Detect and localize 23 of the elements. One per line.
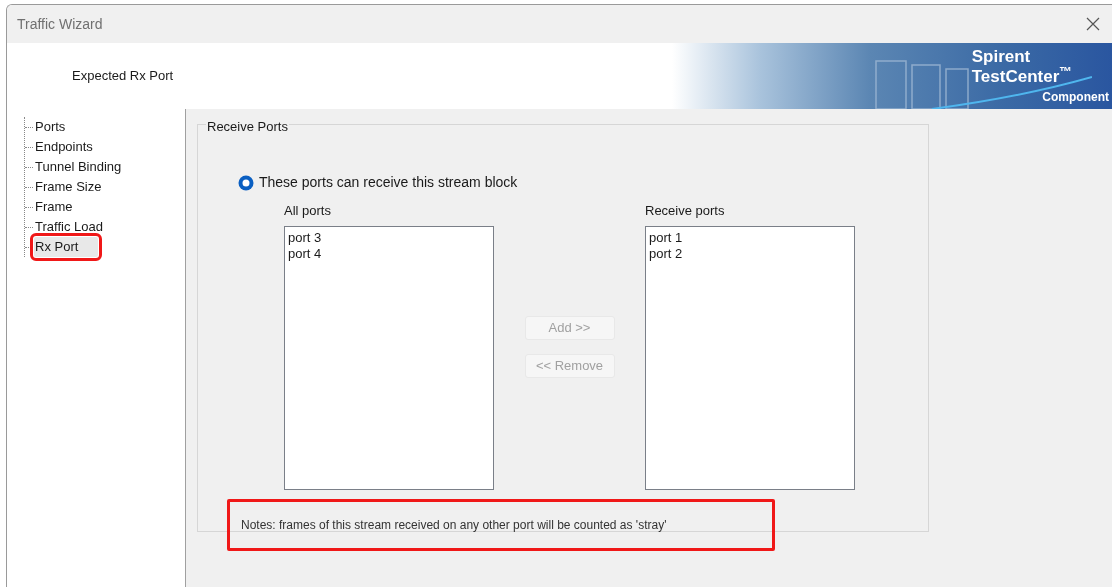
all-ports-list[interactable]: port 3 port 4 (284, 225, 494, 490)
close-icon[interactable] (1086, 17, 1100, 31)
page-title: Expected Rx Port (72, 67, 174, 86)
banner-subtitle: Component (1042, 89, 1109, 106)
brand-name: TestCenter$^{™}$ (971, 67, 1072, 87)
radio-button[interactable] (238, 174, 254, 191)
list-item[interactable]: port 3 (288, 229, 490, 246)
tree-item[interactable]: Traffic Load (34, 217, 104, 237)
list-label: All ports (284, 202, 332, 220)
tree-item[interactable]: Frame (34, 197, 74, 217)
brand-name: Spirent (971, 47, 1032, 67)
window-title: Traffic Wizard (17, 14, 103, 34)
receive-ports-list[interactable]: port 1 port 2 (645, 225, 855, 490)
tree-item[interactable]: Tunnel Binding (34, 157, 123, 177)
notes-text: Notes: frames of this stream received on any other port will be counted as 'stray' (241, 517, 667, 534)
list-item[interactable]: port 4 (288, 245, 490, 262)
tree-item[interactable]: Ports (34, 117, 67, 137)
tree-item[interactable]: Frame Size (34, 177, 103, 197)
list-label: Receive ports (645, 202, 726, 220)
list-item[interactable]: port 1 (649, 229, 851, 246)
tree-item[interactable]: Endpoints (34, 137, 94, 157)
radio-label[interactable]: These ports can receive this stream block (259, 172, 518, 193)
list-item[interactable]: port 2 (649, 245, 851, 262)
